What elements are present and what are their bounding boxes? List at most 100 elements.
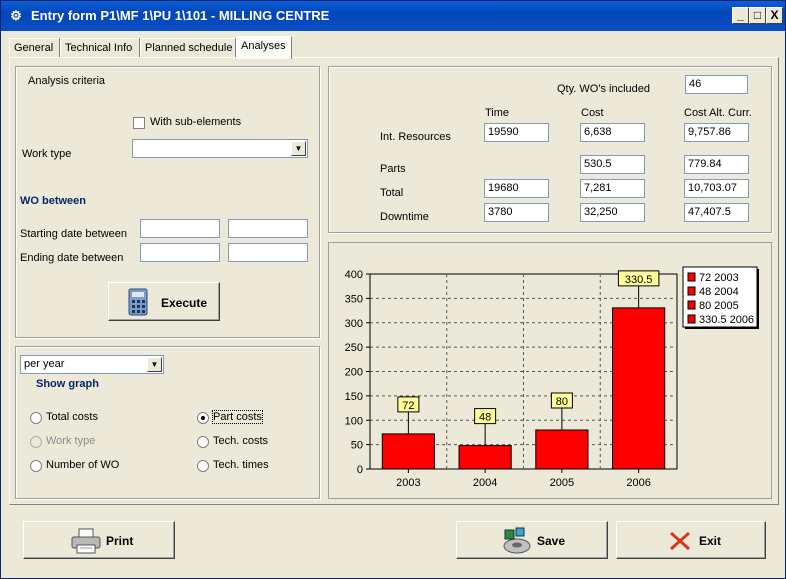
- start-date-from-input[interactable]: [140, 219, 220, 238]
- legend-entry: 72 2003: [699, 272, 739, 284]
- title-bar[interactable]: ⚙ Entry form P1\MF 1\PU 1\101 - MILLING …: [1, 1, 785, 31]
- int-resources-cost: 6,638: [580, 123, 645, 142]
- ending-date-label: Ending date between: [20, 252, 124, 264]
- analysis-criteria-heading: Analysis criteria: [28, 75, 106, 87]
- y-tick-label: 50: [351, 440, 363, 452]
- graph-options-group: per year ▼ Show graph Total costs Part c…: [15, 346, 320, 499]
- save-label: Save: [537, 534, 566, 548]
- total-costs-label: Total costs: [46, 411, 98, 423]
- col-alt-cost-header: Cost Alt. Curr.: [684, 107, 752, 119]
- minimize-button[interactable]: _: [732, 7, 749, 24]
- work-type-radio-label: Work type: [46, 435, 96, 447]
- bar-chart: 0 50 100 150 200 250 300 350 400 2003 72 2004 48 2005…: [345, 266, 759, 489]
- wo-between-heading: WO between: [20, 195, 87, 207]
- tab-analyses[interactable]: Analyses: [236, 36, 292, 59]
- summary-group: Qty. WO's included 46 Time Cost Cost Alt…: [328, 66, 772, 233]
- period-select[interactable]: per year ▼: [20, 355, 164, 374]
- col-cost-header: Cost: [581, 107, 604, 119]
- legend-swatch: [687, 314, 696, 324]
- data-label: 72: [402, 400, 414, 412]
- close-button[interactable]: X: [766, 7, 783, 24]
- x-tick-label: 2004: [473, 477, 497, 489]
- save-disk-icon: [503, 527, 531, 554]
- print-label: Print: [106, 534, 134, 548]
- y-tick-label: 300: [345, 318, 363, 330]
- data-label: 48: [479, 412, 491, 424]
- downtime-cost: 32,250: [580, 203, 645, 222]
- total-label: Total: [380, 187, 404, 199]
- part-costs-label: Part costs: [212, 410, 263, 424]
- save-button[interactable]: Save: [456, 521, 608, 559]
- part-costs-radio[interactable]: [197, 412, 209, 424]
- number-of-wo-label: Number of WO: [46, 459, 120, 471]
- int-resources-label: Int. Resources: [380, 131, 451, 143]
- end-date-from-input[interactable]: [140, 243, 220, 262]
- y-tick-label: 400: [345, 269, 363, 281]
- parts-alt-cost: 779.84: [684, 155, 749, 174]
- qty-wo-value: 46: [685, 75, 748, 94]
- data-label: 80: [556, 396, 568, 408]
- work-type-select[interactable]: ▼: [132, 139, 308, 158]
- maximize-button[interactable]: □: [749, 7, 766, 24]
- total-time: 19680: [484, 179, 549, 198]
- number-of-wo-radio[interactable]: [30, 460, 42, 472]
- print-button[interactable]: Print: [23, 521, 175, 559]
- with-sub-elements-label: With sub-elements: [150, 116, 242, 128]
- starting-date-label: Starting date between: [20, 228, 128, 240]
- downtime-alt-cost: 47,407.5: [684, 203, 749, 222]
- y-tick-label: 100: [345, 415, 363, 427]
- tab-planned-schedule[interactable]: Planned schedule: [140, 38, 236, 58]
- start-date-to-input[interactable]: [228, 219, 308, 238]
- exit-x-icon: [670, 531, 690, 551]
- col-time-header: Time: [485, 107, 510, 119]
- y-tick-label: 0: [357, 464, 363, 476]
- bar: [535, 429, 589, 470]
- exit-button[interactable]: Exit: [616, 521, 766, 559]
- tab-technical-info[interactable]: Technical Info: [60, 38, 140, 58]
- y-tick-label: 200: [345, 367, 363, 379]
- legend-entry: 48 2004: [699, 286, 739, 298]
- tech-times-radio[interactable]: [197, 460, 209, 472]
- show-graph-heading: Show graph: [36, 378, 99, 390]
- int-resources-time: 19590: [484, 123, 549, 142]
- exit-label: Exit: [699, 534, 722, 548]
- downtime-label: Downtime: [380, 211, 429, 223]
- tech-costs-radio[interactable]: [197, 436, 209, 448]
- parts-cost: 530.5: [580, 155, 645, 174]
- analysis-criteria-group: Analysis criteria With sub-elements Work…: [15, 66, 320, 338]
- int-resources-alt-cost: 9,757.86: [684, 123, 749, 142]
- y-tick-label: 150: [345, 391, 363, 403]
- with-sub-elements-checkbox[interactable]: [133, 117, 145, 129]
- x-tick-label: 2005: [550, 477, 574, 489]
- data-label: 330.5: [625, 274, 653, 286]
- legend-swatch: [687, 272, 696, 282]
- work-type-radio[interactable]: [30, 436, 42, 448]
- y-tick-label: 350: [345, 293, 363, 305]
- downtime-time: 3780: [484, 203, 549, 222]
- total-cost: 7,281: [580, 179, 645, 198]
- qty-wo-label: Qty. WO's included: [557, 83, 650, 95]
- legend-entry: 80 2005: [699, 300, 739, 312]
- tech-costs-label: Tech. costs: [213, 435, 269, 447]
- entry-form-window: ⚙ Entry form P1\MF 1\PU 1\101 - MILLING …: [0, 0, 786, 579]
- parts-label: Parts: [380, 163, 406, 175]
- execute-button[interactable]: Execute: [108, 282, 220, 321]
- chevron-down-icon[interactable]: ▼: [291, 141, 306, 156]
- x-tick-label: 2006: [626, 477, 650, 489]
- x-tick-label: 2003: [396, 477, 420, 489]
- work-type-label: Work type: [22, 148, 72, 160]
- calculator-icon: [128, 288, 148, 316]
- legend-swatch: [687, 300, 696, 310]
- end-date-to-input[interactable]: [228, 243, 308, 262]
- tech-times-label: Tech. times: [213, 459, 269, 471]
- chart-panel: 0 50 100 150 200 250 300 350 400 2003 72 2004 48 2005…: [328, 242, 772, 499]
- execute-label: Execute: [161, 296, 208, 310]
- tab-general[interactable]: General: [9, 38, 60, 58]
- chevron-down-icon[interactable]: ▼: [147, 357, 162, 372]
- bar: [458, 445, 512, 470]
- y-tick-label: 250: [345, 342, 363, 354]
- total-costs-radio[interactable]: [30, 412, 42, 424]
- window-title: Entry form P1\MF 1\PU 1\101 - MILLING CE…: [31, 8, 330, 23]
- printer-icon: [71, 528, 101, 554]
- legend-entry: 330.5 2006: [699, 314, 754, 326]
